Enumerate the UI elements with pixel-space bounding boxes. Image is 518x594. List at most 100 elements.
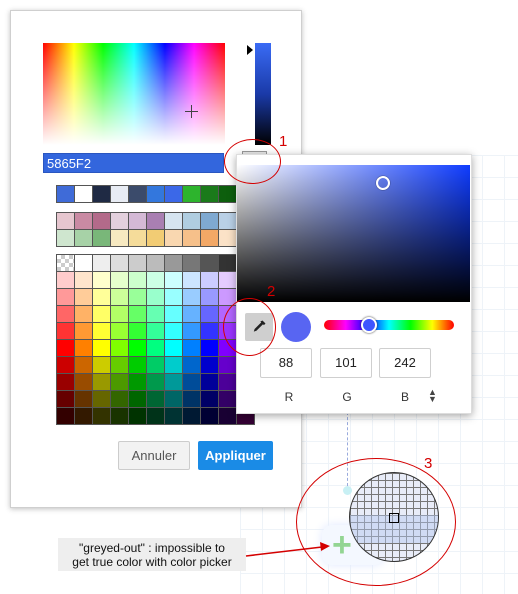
color-swatch[interactable] xyxy=(147,391,164,407)
color-swatch[interactable] xyxy=(75,391,92,407)
color-swatch[interactable] xyxy=(129,323,146,339)
color-swatch[interactable] xyxy=(165,340,182,356)
color-swatch[interactable] xyxy=(75,323,92,339)
color-swatch[interactable] xyxy=(165,391,182,407)
color-swatch[interactable] xyxy=(57,272,74,288)
color-swatch[interactable] xyxy=(147,374,164,390)
apply-button[interactable]: Appliquer xyxy=(198,441,273,470)
color-swatch[interactable] xyxy=(201,374,218,390)
color-swatch[interactable] xyxy=(219,272,236,288)
color-swatch[interactable] xyxy=(201,213,218,229)
color-swatch[interactable] xyxy=(183,357,200,373)
color-swatch[interactable] xyxy=(129,374,146,390)
color-swatch[interactable] xyxy=(147,408,164,424)
color-swatch[interactable] xyxy=(93,391,110,407)
color-swatch[interactable] xyxy=(183,213,200,229)
saturation-value-area[interactable] xyxy=(237,165,470,302)
color-swatch[interactable] xyxy=(93,374,110,390)
color-swatch[interactable] xyxy=(57,391,74,407)
color-swatch[interactable] xyxy=(183,272,200,288)
color-swatch[interactable] xyxy=(147,272,164,288)
color-swatch[interactable] xyxy=(201,408,218,424)
color-swatch[interactable] xyxy=(129,289,146,305)
color-swatch[interactable] xyxy=(93,408,110,424)
color-swatch[interactable] xyxy=(93,272,110,288)
color-swatch[interactable] xyxy=(75,272,92,288)
color-swatch[interactable] xyxy=(183,408,200,424)
color-swatch[interactable] xyxy=(75,374,92,390)
color-swatch[interactable] xyxy=(57,306,74,322)
color-swatch[interactable] xyxy=(165,374,182,390)
color-swatch[interactable] xyxy=(93,289,110,305)
color-swatch[interactable] xyxy=(183,306,200,322)
red-value-field[interactable]: 88 xyxy=(260,348,312,378)
color-swatch[interactable] xyxy=(219,255,236,271)
color-swatch[interactable] xyxy=(183,255,200,271)
color-swatch[interactable] xyxy=(57,289,74,305)
color-swatch[interactable] xyxy=(201,306,218,322)
color-swatch[interactable] xyxy=(165,186,182,202)
color-swatch[interactable] xyxy=(183,186,200,202)
color-swatch[interactable] xyxy=(111,323,128,339)
cancel-button[interactable]: Annuler xyxy=(118,441,190,470)
color-swatch[interactable] xyxy=(93,213,110,229)
color-swatch[interactable] xyxy=(129,306,146,322)
color-swatch[interactable] xyxy=(147,289,164,305)
color-swatch[interactable] xyxy=(111,340,128,356)
color-swatch[interactable] xyxy=(147,340,164,356)
color-swatch[interactable] xyxy=(201,340,218,356)
color-swatch[interactable] xyxy=(165,272,182,288)
blue-value-field[interactable]: 242 xyxy=(379,348,431,378)
color-swatch[interactable] xyxy=(129,340,146,356)
color-swatch[interactable] xyxy=(201,323,218,339)
saturation-handle[interactable] xyxy=(376,176,390,190)
color-swatch[interactable] xyxy=(111,186,128,202)
color-swatch[interactable] xyxy=(129,357,146,373)
color-swatch[interactable] xyxy=(57,230,74,246)
color-swatch[interactable] xyxy=(93,255,110,271)
color-swatch[interactable] xyxy=(147,230,164,246)
color-swatch[interactable] xyxy=(129,213,146,229)
color-swatch[interactable] xyxy=(147,213,164,229)
brightness-pointer-icon[interactable] xyxy=(247,45,253,55)
color-swatch[interactable] xyxy=(57,408,74,424)
color-swatch[interactable] xyxy=(147,323,164,339)
color-swatch[interactable] xyxy=(219,357,236,373)
color-swatch[interactable] xyxy=(201,255,218,271)
color-swatch[interactable] xyxy=(201,289,218,305)
color-swatch[interactable] xyxy=(165,289,182,305)
color-swatch[interactable] xyxy=(57,374,74,390)
color-swatch[interactable] xyxy=(75,340,92,356)
color-swatch[interactable] xyxy=(57,255,74,271)
color-swatch[interactable] xyxy=(111,213,128,229)
color-swatch[interactable] xyxy=(57,186,74,202)
color-swatch[interactable] xyxy=(75,230,92,246)
color-swatch[interactable] xyxy=(219,391,236,407)
color-swatch[interactable] xyxy=(111,306,128,322)
color-swatch[interactable] xyxy=(219,230,236,246)
color-swatch[interactable] xyxy=(183,340,200,356)
color-swatch[interactable] xyxy=(93,323,110,339)
color-swatch[interactable] xyxy=(129,186,146,202)
crosshair-icon[interactable] xyxy=(185,105,198,118)
color-swatch[interactable] xyxy=(129,408,146,424)
color-swatch[interactable] xyxy=(201,230,218,246)
color-swatch[interactable] xyxy=(111,408,128,424)
color-swatch[interactable] xyxy=(201,391,218,407)
color-swatch[interactable] xyxy=(219,213,236,229)
color-swatch[interactable] xyxy=(75,186,92,202)
color-swatch[interactable] xyxy=(111,374,128,390)
color-swatch[interactable] xyxy=(147,306,164,322)
color-swatch[interactable] xyxy=(219,374,236,390)
color-swatch[interactable] xyxy=(93,306,110,322)
color-swatch[interactable] xyxy=(111,255,128,271)
color-swatch[interactable] xyxy=(129,272,146,288)
color-swatch[interactable] xyxy=(201,272,218,288)
color-swatch[interactable] xyxy=(111,289,128,305)
color-swatch[interactable] xyxy=(183,230,200,246)
color-swatch[interactable] xyxy=(147,255,164,271)
hue-handle[interactable] xyxy=(361,317,377,333)
color-swatch[interactable] xyxy=(75,255,92,271)
color-swatch[interactable] xyxy=(147,357,164,373)
color-swatch[interactable] xyxy=(129,255,146,271)
